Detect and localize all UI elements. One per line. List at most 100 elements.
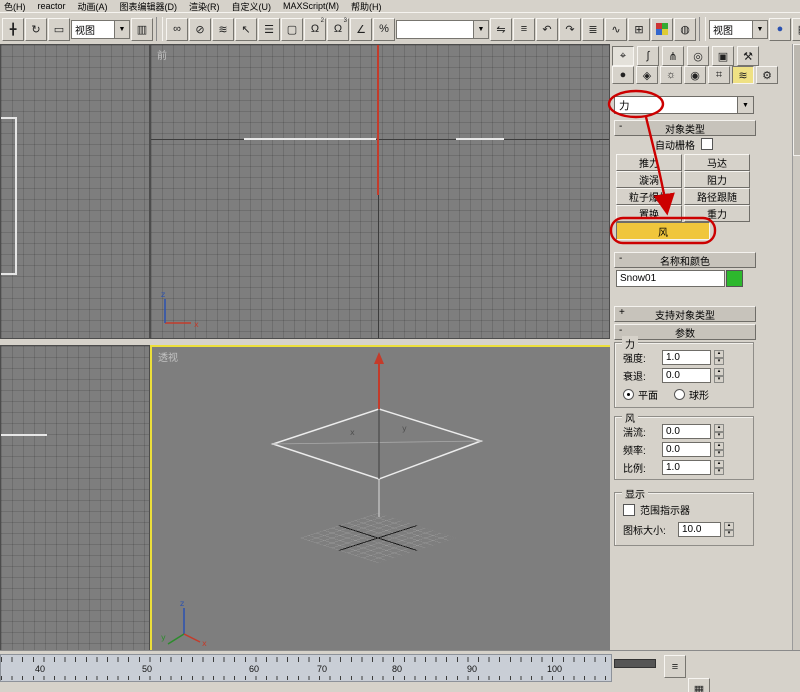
svg-text:z: z xyxy=(161,290,165,299)
menu-item-customize[interactable]: 自定义(U) xyxy=(232,0,272,13)
menu-item-maxscript[interactable]: MAXScript(M) xyxy=(283,1,339,11)
menu-item-graph-editors[interactable]: 图表编辑器(D) xyxy=(120,0,178,13)
render-view-dropdown[interactable]: 视图 ▼ xyxy=(709,19,768,39)
scrollbar-thumb[interactable] xyxy=(793,44,800,156)
ruler-ticks xyxy=(1,657,611,662)
frequency-spinner[interactable]: ▴ ▾ xyxy=(714,442,724,457)
menu-item-help[interactable]: 帮助(H) xyxy=(351,0,382,13)
frequency-field[interactable]: 0.0 xyxy=(662,442,711,457)
layer-manager-icon[interactable]: ≣ xyxy=(582,17,604,41)
status-menu-icon[interactable]: ≡ xyxy=(664,655,686,678)
status-slider-handle[interactable] xyxy=(614,659,656,668)
viewport-top-left[interactable] xyxy=(0,44,150,339)
utilities-tab-icon: ⚒ xyxy=(743,50,753,63)
wind-button[interactable]: 风 xyxy=(616,222,710,240)
link-icon[interactable]: ∞ xyxy=(166,17,188,41)
front-axis-tripod: x z xyxy=(161,290,199,329)
viewport-bottom-left[interactable] xyxy=(0,345,150,652)
icon-size-field[interactable]: 10.0 xyxy=(678,522,721,537)
grid-icon[interactable]: ▦ xyxy=(792,17,800,41)
menu-item-rendering[interactable]: 渲染(R) xyxy=(189,0,220,13)
quick-render-sphere-icon[interactable]: ● xyxy=(769,17,791,41)
viewport-reference-dropdown[interactable]: 视图 ▼ xyxy=(71,19,130,39)
select-by-name-icon[interactable]: ☰ xyxy=(258,17,280,41)
path-follow-button[interactable]: 路径跟随 xyxy=(684,188,750,205)
category-spacewarps[interactable]: ≋ xyxy=(732,66,754,84)
planar-radio[interactable] xyxy=(623,389,634,400)
motor-button[interactable]: 马达 xyxy=(684,154,750,171)
wind-gizmo-front-edge-left xyxy=(244,138,376,140)
viewport-perspective[interactable]: 透视 x y z y x xyxy=(150,345,612,654)
perspective-axis-tripod: z y x xyxy=(161,599,207,646)
scale-box-icon[interactable]: ▭ xyxy=(48,17,70,41)
tab-display[interactable]: ▣ xyxy=(712,46,734,66)
strength-spinner[interactable]: ▴ ▾ xyxy=(714,350,724,365)
push-button[interactable]: 推力 xyxy=(616,154,682,171)
icon-size-spinner[interactable]: ▴ ▾ xyxy=(724,522,734,537)
snap-3d-icon[interactable]: Ω3 xyxy=(327,17,349,41)
vortex-button[interactable]: 漩涡 xyxy=(616,171,682,188)
snap-2d-icon[interactable]: Ω2 xyxy=(304,17,326,41)
turbulence-field[interactable]: 0.0 xyxy=(662,424,711,439)
schematic-view-icon[interactable]: ⊞ xyxy=(628,17,650,41)
strength-field[interactable]: 1.0 xyxy=(662,350,711,365)
status-grid-icon[interactable]: ▦ xyxy=(688,678,710,692)
category-helpers[interactable]: ⌗ xyxy=(708,66,730,84)
bind-spacewarp-icon[interactable]: ≋ xyxy=(212,17,234,41)
category-lights[interactable]: ☼ xyxy=(660,66,682,84)
menu-item-reactor[interactable]: reactor xyxy=(38,1,66,11)
tab-utilities[interactable]: ⚒ xyxy=(737,46,759,66)
drag-button[interactable]: 阻力 xyxy=(684,171,750,188)
align-icon[interactable]: ≡ xyxy=(513,17,535,41)
scale-field[interactable]: 1.0 xyxy=(662,460,711,475)
percent-snap-icon[interactable]: % xyxy=(373,17,395,41)
category-systems[interactable]: ⚙ xyxy=(756,66,778,84)
decay-spinner[interactable]: ▴ ▾ xyxy=(714,368,724,383)
range-indicators-checkbox[interactable] xyxy=(623,503,635,516)
displace-button[interactable]: 置换 xyxy=(616,205,682,222)
viewport-front[interactable]: 前 x z xyxy=(150,44,610,339)
spherical-radio[interactable] xyxy=(674,389,685,400)
tab-create[interactable]: ⌖ xyxy=(612,46,634,66)
curve-editor-icon[interactable]: ∿ xyxy=(605,17,627,41)
pbomb-button[interactable]: 粒子爆炸 xyxy=(616,188,682,205)
command-panel-scrollbar[interactable] xyxy=(792,44,800,650)
gravity-button[interactable]: 重力 xyxy=(684,205,750,222)
rollout-name-color[interactable]: - 名称和颜色 xyxy=(614,252,756,268)
menu-item-animation[interactable]: 动画(A) xyxy=(78,0,108,13)
rollout-object-type[interactable]: - 对象类型 xyxy=(614,120,756,136)
chevron-down-icon: ▼ xyxy=(473,20,488,38)
scale-spinner[interactable]: ▴ ▾ xyxy=(714,460,724,475)
monitors-icon[interactable]: ▥ xyxy=(131,17,153,41)
decay-field[interactable]: 0.0 xyxy=(662,368,711,383)
mirror-icon[interactable]: ⇋ xyxy=(490,17,512,41)
menu-item-character[interactable]: 色(H) xyxy=(4,0,26,13)
category-cameras[interactable]: ◉ xyxy=(684,66,706,84)
rotate-icon[interactable]: ↻ xyxy=(25,17,47,41)
spacewarp-type-dropdown[interactable]: 力 ▼ xyxy=(614,96,754,114)
rollout-supports-object-types[interactable]: + 支持对象类型 xyxy=(614,306,756,322)
track-bar-ruler[interactable]: 40 50 60 70 80 90 100 xyxy=(0,654,612,682)
redo-icon[interactable]: ↷ xyxy=(559,17,581,41)
select-icon[interactable]: ↖ xyxy=(235,17,257,41)
angle-snap-icon[interactable]: ∠ xyxy=(350,17,372,41)
move-icon[interactable]: ╋ xyxy=(2,17,24,41)
render-icon[interactable]: ◍ xyxy=(674,17,696,41)
category-geometry[interactable]: ● xyxy=(612,66,634,84)
selection-filter-dropdown[interactable]: ▼ xyxy=(396,19,489,39)
unlink-icon[interactable]: ⊘ xyxy=(189,17,211,41)
collapse-icon: - xyxy=(619,121,623,132)
object-color-swatch[interactable] xyxy=(726,270,743,287)
autogrid-checkbox[interactable] xyxy=(701,138,713,150)
undo-icon[interactable]: ↶ xyxy=(536,17,558,41)
category-shapes[interactable]: ◈ xyxy=(636,66,658,84)
material-editor-icon[interactable] xyxy=(651,17,673,41)
object-name-input[interactable] xyxy=(616,270,725,287)
tab-hierarchy[interactable]: ⋔ xyxy=(662,46,684,66)
tab-modify[interactable]: ∫ xyxy=(637,46,659,66)
wind-gizmo-front-edge-right xyxy=(456,138,504,140)
marquee-icon[interactable]: ▢ xyxy=(281,17,303,41)
turbulence-spinner[interactable]: ▴ ▾ xyxy=(714,424,724,439)
tab-motion[interactable]: ◎ xyxy=(687,46,709,66)
geometry-icon: ● xyxy=(619,69,627,81)
